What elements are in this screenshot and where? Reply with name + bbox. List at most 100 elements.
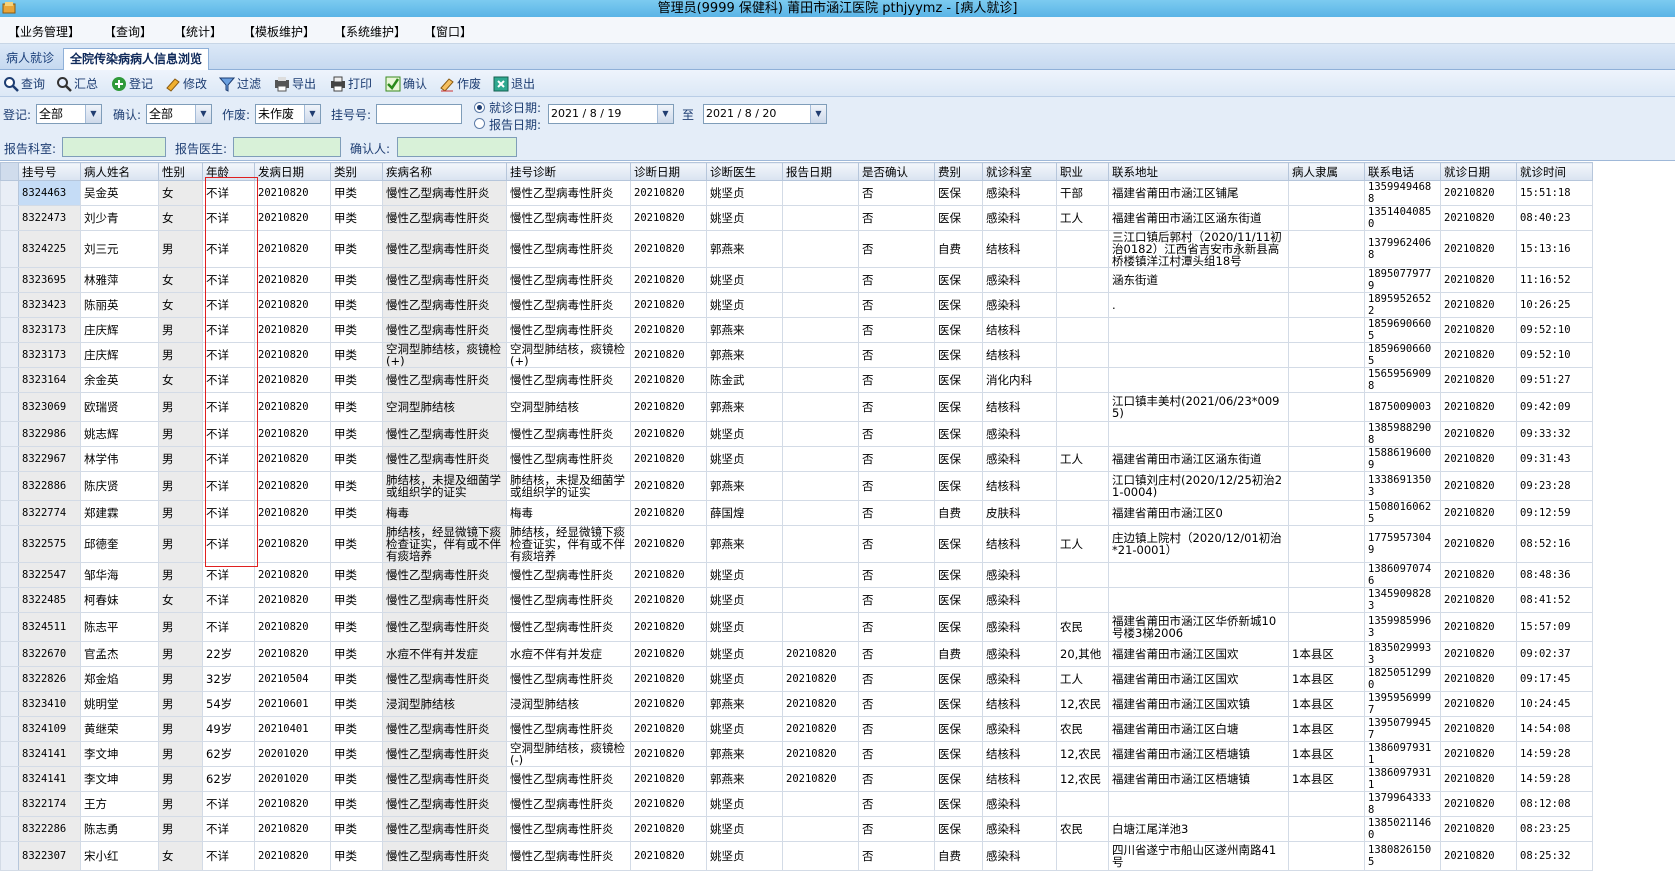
table-cell[interactable]: 20210820	[1440, 367, 1517, 393]
table-cell[interactable]: 不详	[202, 612, 255, 642]
table-cell[interactable]: 医保	[934, 421, 983, 447]
table-cell[interactable]: 09:23:28	[1516, 471, 1593, 501]
table-cell[interactable]: 20210820	[1440, 317, 1517, 343]
table-row[interactable]: 8322967 林学伟男不详 20210820 甲类 慢性乙型病毒性肝炎 慢性乙型病毒性肝…	[0, 446, 1593, 472]
confirmer-input[interactable]	[397, 137, 517, 157]
table-cell[interactable]: 20210820	[254, 446, 331, 472]
table-cell[interactable]: 邱德奎	[80, 525, 159, 563]
table-cell[interactable]: 20210820	[1440, 342, 1517, 368]
table-cell[interactable]: 甲类	[330, 841, 383, 871]
table-cell[interactable]	[1108, 367, 1289, 393]
table-cell[interactable]: 否	[858, 317, 935, 343]
table-cell[interactable]: 甲类	[330, 500, 383, 526]
table-cell[interactable]: 20210820	[630, 562, 707, 588]
table-cell[interactable]: 20210820	[1440, 230, 1517, 268]
table-cell[interactable]: 慢性乙型病毒性肝炎	[382, 292, 507, 318]
table-cell[interactable]: 自费	[934, 841, 983, 871]
table-row[interactable]: 8323069 欧瑞贤男不详 20210820 甲类 空洞型肺结核 空洞型肺结核 20210…	[0, 392, 1593, 422]
table-cell[interactable]: 慢性乙型病毒性肝炎	[506, 267, 631, 293]
table-cell[interactable]: 感染科	[982, 841, 1057, 871]
table-cell[interactable]: 8322575	[18, 525, 81, 563]
table-cell[interactable]: 20210401	[254, 716, 331, 742]
table-cell[interactable]: 20210820	[254, 791, 331, 817]
table-cell[interactable]: 09:12:59	[1516, 500, 1593, 526]
table-cell[interactable]: 四川省遂宁市船山区遂州南路41号	[1108, 841, 1289, 871]
table-cell[interactable]: 医保	[934, 816, 983, 842]
table-cell[interactable]: 慢性乙型病毒性肝炎	[506, 230, 631, 268]
table-cell[interactable]: 20210820	[782, 741, 859, 767]
table-cell[interactable]: 宋小红	[80, 841, 159, 871]
table-cell[interactable]: 20210820	[630, 641, 707, 667]
table-cell[interactable]: 8324463	[18, 180, 81, 206]
table-cell[interactable]: 自费	[934, 641, 983, 667]
column-header[interactable]: 疾病名称	[382, 162, 507, 181]
table-cell[interactable]: 13859882908	[1364, 421, 1441, 447]
table-cell[interactable]: 医保	[934, 471, 983, 501]
table-cell[interactable]: 13459098283	[1364, 587, 1441, 613]
table-cell[interactable]: 慢性乙型病毒性肝炎	[506, 367, 631, 393]
table-cell[interactable]: 慢性乙型病毒性肝炎	[506, 205, 631, 231]
table-cell[interactable]: 20210820	[1440, 500, 1517, 526]
table-cell[interactable]: 20210820	[1440, 716, 1517, 742]
table-cell[interactable]: 肺结核，未提及细菌学或组织学的证实	[506, 471, 631, 501]
table-cell[interactable]: 20210820	[630, 267, 707, 293]
table-cell[interactable]: 慢性乙型病毒性肝炎	[382, 816, 507, 842]
table-cell[interactable]: 否	[858, 691, 935, 717]
table-cell[interactable]: 20210820	[1440, 766, 1517, 792]
table-cell[interactable]: 20210820	[782, 766, 859, 792]
table-cell[interactable]: 20210820	[630, 500, 707, 526]
table-cell[interactable]: 甲类	[330, 716, 383, 742]
register-button[interactable]: 登记	[111, 75, 153, 93]
table-cell[interactable]: 工人	[1056, 666, 1109, 692]
table-cell[interactable]: 陈丽英	[80, 292, 159, 318]
table-cell[interactable]: 感染科	[982, 816, 1057, 842]
table-cell[interactable]: .	[1108, 292, 1289, 318]
table-cell[interactable]: 慢性乙型病毒性肝炎	[382, 230, 507, 268]
table-cell[interactable]: 慢性乙型病毒性肝炎	[382, 841, 507, 871]
table-cell[interactable]: 20210820	[1440, 392, 1517, 422]
table-cell[interactable]	[782, 267, 859, 293]
table-cell[interactable]: 福建省莆田市涵江区华侨新城10号楼3梯2006	[1108, 612, 1289, 642]
table-cell[interactable]: 福建省莆田市涵江区涵东街道	[1108, 205, 1289, 231]
table-cell[interactable]: 结核科	[982, 317, 1057, 343]
export-button[interactable]: 导出	[274, 75, 316, 93]
column-header[interactable]: 挂号诊断	[506, 162, 631, 181]
table-cell[interactable]: 自费	[934, 500, 983, 526]
table-cell[interactable]: 江口镇丰美村(2021/06/23*0095)	[1108, 392, 1289, 422]
table-cell[interactable]: 姚坚贞	[706, 292, 783, 318]
table-cell[interactable]: 20210820	[782, 641, 859, 667]
row-header[interactable]	[0, 500, 19, 526]
table-cell[interactable]: 慢性乙型病毒性肝炎	[506, 666, 631, 692]
table-row[interactable]: 8322670 官孟杰男 22岁 20210820 甲类 水痘不伴有并发症 水痘不伴有并发症…	[0, 641, 1593, 667]
table-cell[interactable]: 1875009003	[1364, 392, 1441, 422]
table-row[interactable]: 8322547 邹华海男不详 20210820 甲类 慢性乙型病毒性肝炎 慢性乙型病毒性肝…	[0, 562, 1593, 588]
table-cell[interactable]: 09:17:45	[1516, 666, 1593, 692]
table-cell[interactable]: 涵东街道	[1108, 267, 1289, 293]
table-cell[interactable]: 庄庆辉	[80, 342, 159, 368]
table-cell[interactable]: 20210820	[1440, 816, 1517, 842]
table-cell[interactable]: 20210820	[630, 766, 707, 792]
table-cell[interactable]: 不详	[202, 317, 255, 343]
table-cell[interactable]: 不详	[202, 446, 255, 472]
table-cell[interactable]	[1288, 791, 1365, 817]
table-cell[interactable]: 20210820	[782, 691, 859, 717]
query-button[interactable]: 查询	[3, 75, 45, 93]
table-cell[interactable]: 女	[158, 267, 203, 293]
table-cell[interactable]: 否	[858, 267, 935, 293]
table-cell[interactable]: 13850211460	[1364, 816, 1441, 842]
table-cell[interactable]: 1本县区	[1288, 691, 1365, 717]
table-cell[interactable]: 福建省莆田市涵江区国欢	[1108, 666, 1289, 692]
table-cell[interactable]: 8323410	[18, 691, 81, 717]
table-cell[interactable]: 62岁	[202, 766, 255, 792]
table-cell[interactable]: 甲类	[330, 791, 383, 817]
table-cell[interactable]: 姚坚贞	[706, 562, 783, 588]
table-cell[interactable]: 空洞型肺结核	[382, 392, 507, 422]
confirm-filter-select[interactable]: 全部 ▼	[146, 104, 212, 124]
table-cell[interactable]: 肺结核，经显微镜下痰检查证实，伴有或不伴有痰培养	[382, 525, 507, 563]
table-cell[interactable]: 8324109	[18, 716, 81, 742]
table-cell[interactable]: 白塘江尾洋池3	[1108, 816, 1289, 842]
table-cell[interactable]: 20210820	[1440, 525, 1517, 563]
table-cell[interactable]: 王方	[80, 791, 159, 817]
table-row[interactable]: 8323164 余金英女不详 20210820 甲类 慢性乙型病毒性肝炎 慢性乙型病毒性肝…	[0, 367, 1593, 393]
table-cell[interactable]: 08:48:36	[1516, 562, 1593, 588]
